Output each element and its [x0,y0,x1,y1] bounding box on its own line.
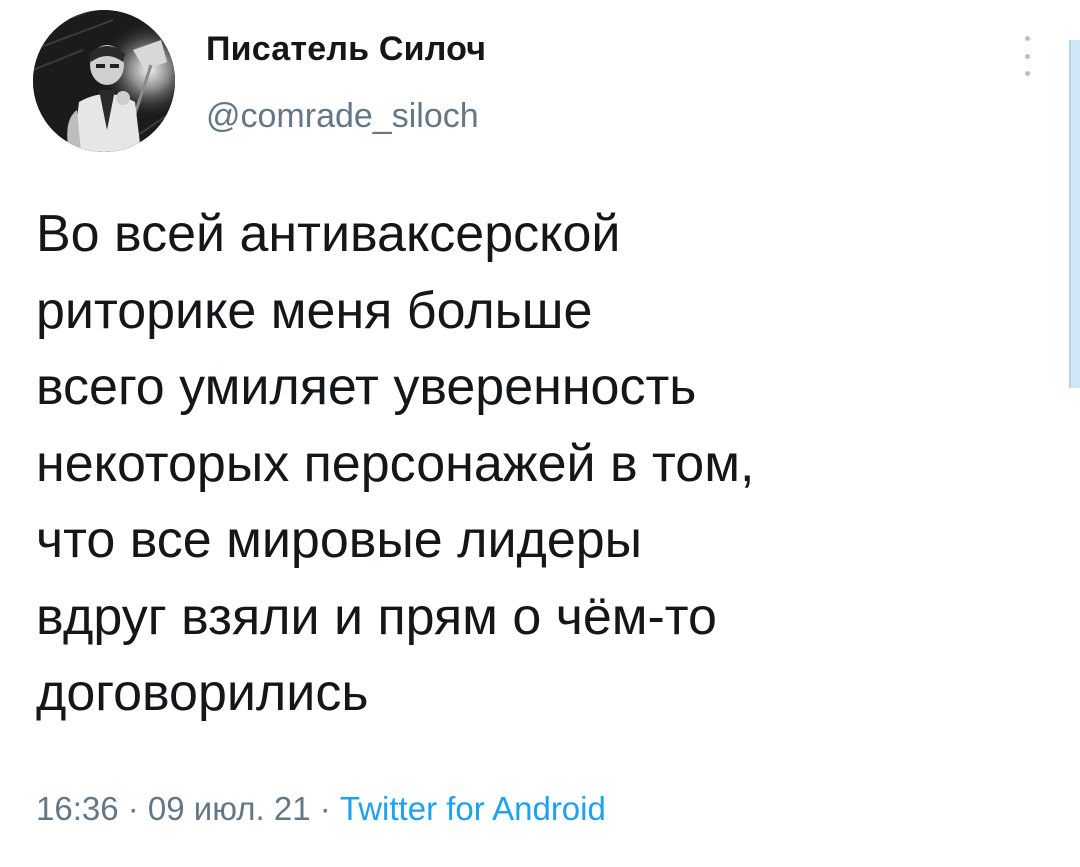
tweet-source-link[interactable]: Twitter for Android [340,790,606,827]
tweet-card: Писатель Силоч @comrade_siloch Во всей а… [0,0,1080,867]
scrollbar[interactable] [1069,40,1080,388]
tweet-time[interactable]: 16:36 [36,790,119,827]
tweet-text: Во всей антиваксерской риторике меня бол… [36,205,755,722]
author-display-name[interactable]: Писатель Силоч [206,30,486,69]
meta-separator: · [310,790,340,827]
tweet-date[interactable]: 09 июл. 21 [148,790,311,827]
menu-dot [1024,71,1030,76]
meta-separator: · [118,790,148,827]
avatar-image [33,10,175,152]
menu-dot [1024,53,1030,59]
author-handle[interactable]: @comrade_siloch [206,97,479,136]
tweet-meta: 16:36 · 09 июл. 21 · Twitter for Android [36,790,606,828]
avatar[interactable] [33,10,175,152]
more-vertical-icon[interactable] [1016,36,1038,76]
menu-dot [1024,36,1030,41]
